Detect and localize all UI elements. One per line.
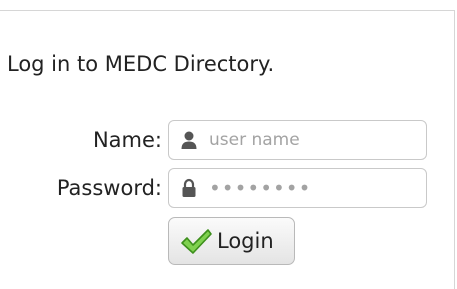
password-label: Password: [56, 176, 162, 200]
user-icon [179, 130, 199, 150]
name-input[interactable] [209, 126, 419, 154]
login-button[interactable]: Login [168, 217, 295, 265]
checkmark-icon [179, 227, 213, 257]
name-field[interactable] [168, 120, 427, 160]
lock-icon [179, 178, 199, 198]
password-row: Password: •••••••• [0, 168, 457, 210]
password-input[interactable]: •••••••• [209, 176, 311, 200]
name-row: Name: [0, 120, 457, 162]
page-title: Log in to MEDC Directory. [7, 52, 275, 76]
name-label: Name: [92, 128, 162, 152]
login-button-label: Login [217, 229, 274, 253]
password-field[interactable]: •••••••• [168, 168, 427, 208]
